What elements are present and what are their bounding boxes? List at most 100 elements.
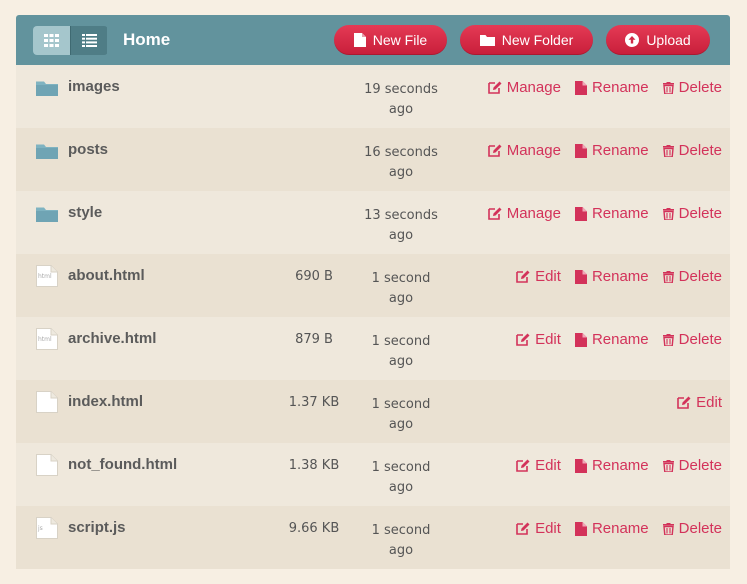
delete-link[interactable]: Delete	[662, 79, 722, 96]
toolbar: Home New File New Folder Upload	[16, 15, 730, 65]
file-type-label: html	[38, 336, 52, 343]
trash-icon	[662, 207, 674, 220]
new-folder-label: New Folder	[501, 32, 574, 48]
modified-time-line: 1 second	[371, 271, 431, 286]
file-size: 879 B	[295, 332, 333, 347]
new-file-button[interactable]: New File	[334, 25, 447, 55]
modified-time-line: ago	[388, 417, 414, 432]
file-row[interactable]: posts 16 seconds ago Manage Rename Delete	[16, 128, 730, 191]
delete-link[interactable]: Delete	[662, 268, 722, 285]
row-actions: Edit Rename Delete	[516, 331, 722, 348]
file-row[interactable]: style 13 seconds ago Manage Rename Delete	[16, 191, 730, 254]
edit-link[interactable]: Edit	[516, 268, 561, 285]
file-size: 9.66 KB	[288, 521, 340, 536]
edit-icon	[516, 333, 530, 346]
file-name[interactable]: not_found.html	[68, 456, 177, 473]
rename-link[interactable]: Rename	[574, 142, 649, 159]
edit-icon	[487, 207, 502, 220]
file-icon: js	[36, 517, 58, 543]
file-name[interactable]: style	[68, 204, 102, 221]
delete-link[interactable]: Delete	[662, 331, 722, 348]
file-row[interactable]: not_found.html 1.38 KB 1 second ago Edit Rena…	[16, 443, 730, 506]
edit-link[interactable]: Edit	[516, 520, 561, 537]
new-file-label: New File	[372, 32, 428, 48]
manage-label: Manage	[506, 205, 561, 222]
file-icon: html	[36, 265, 58, 291]
rename-link[interactable]: Rename	[574, 520, 649, 537]
rename-link[interactable]: Rename	[574, 205, 649, 222]
modified-time: 19 seconds ago	[356, 80, 446, 120]
edit-label: Edit	[696, 394, 722, 411]
delete-link[interactable]: Delete	[662, 520, 722, 537]
new-folder-button[interactable]: New Folder	[460, 25, 593, 55]
file-list: images 19 seconds ago Manage Rename Delete pos…	[16, 65, 730, 569]
file-row[interactable]: html about.html 690 B 1 second ago Edit Rename…	[16, 254, 730, 317]
manage-label: Manage	[506, 142, 561, 159]
modified-time-line: 19 seconds	[364, 82, 438, 97]
edit-icon	[487, 144, 502, 157]
modified-time: 16 seconds ago	[356, 143, 446, 183]
file-size: 690 B	[295, 269, 333, 284]
folder-icon	[36, 143, 58, 163]
modified-time-line: 16 seconds	[364, 145, 438, 160]
grid-view-button[interactable]	[33, 26, 70, 55]
modified-time: 1 second ago	[356, 521, 446, 561]
file-icon	[574, 269, 587, 284]
trash-icon	[662, 270, 674, 283]
edit-link[interactable]: Edit	[516, 331, 561, 348]
modified-time-line: ago	[388, 228, 414, 243]
manage-link[interactable]: Manage	[487, 142, 561, 159]
folder-icon	[479, 35, 495, 46]
row-actions: Edit	[677, 394, 722, 411]
row-actions: Edit Rename Delete	[516, 520, 722, 537]
view-switch	[33, 26, 108, 55]
modified-time: 13 seconds ago	[356, 206, 446, 246]
rename-link[interactable]: Rename	[574, 79, 649, 96]
file-row[interactable]: index.html 1.37 KB 1 second ago Edit	[16, 380, 730, 443]
edit-icon	[516, 459, 530, 472]
file-icon	[574, 521, 587, 536]
file-icon	[36, 454, 58, 480]
upload-button[interactable]: Upload	[606, 25, 710, 55]
edit-link[interactable]: Edit	[677, 394, 722, 411]
modified-time-line: 1 second	[371, 334, 431, 349]
rename-label: Rename	[591, 457, 649, 474]
modified-time: 1 second ago	[356, 395, 446, 435]
file-name[interactable]: posts	[68, 141, 108, 158]
rename-link[interactable]: Rename	[574, 268, 649, 285]
manage-link[interactable]: Manage	[487, 79, 561, 96]
rename-label: Rename	[591, 79, 649, 96]
list-view-button[interactable]	[70, 26, 107, 55]
folder-icon	[36, 206, 58, 226]
upload-icon	[625, 33, 640, 47]
delete-link[interactable]: Delete	[662, 457, 722, 474]
rename-label: Rename	[591, 142, 649, 159]
file-row[interactable]: js script.js 9.66 KB 1 second ago Edit Rename D…	[16, 506, 730, 569]
rename-link[interactable]: Rename	[574, 331, 649, 348]
file-name[interactable]: archive.html	[68, 330, 156, 347]
edit-label: Edit	[535, 331, 561, 348]
rename-link[interactable]: Rename	[574, 457, 649, 474]
edit-icon	[487, 81, 502, 94]
edit-link[interactable]: Edit	[516, 457, 561, 474]
file-name[interactable]: about.html	[68, 267, 145, 284]
edit-icon	[677, 396, 691, 409]
modified-time: 1 second ago	[356, 269, 446, 309]
page-title: Home	[123, 30, 171, 49]
modified-time-line: 1 second	[371, 460, 431, 475]
manage-link[interactable]: Manage	[487, 205, 561, 222]
list-icon	[81, 34, 97, 47]
file-icon	[353, 33, 366, 47]
file-row[interactable]: images 19 seconds ago Manage Rename Delete	[16, 65, 730, 128]
file-name[interactable]: script.js	[68, 519, 126, 536]
trash-icon	[662, 459, 674, 472]
delete-label: Delete	[678, 142, 722, 159]
delete-link[interactable]: Delete	[662, 205, 722, 222]
file-row[interactable]: html archive.html 879 B 1 second ago Edit Rena…	[16, 317, 730, 380]
folder-icon	[36, 80, 58, 100]
delete-link[interactable]: Delete	[662, 142, 722, 159]
delete-label: Delete	[678, 520, 722, 537]
file-name[interactable]: images	[68, 78, 120, 95]
file-name[interactable]: index.html	[68, 393, 143, 410]
upload-label: Upload	[646, 32, 691, 48]
